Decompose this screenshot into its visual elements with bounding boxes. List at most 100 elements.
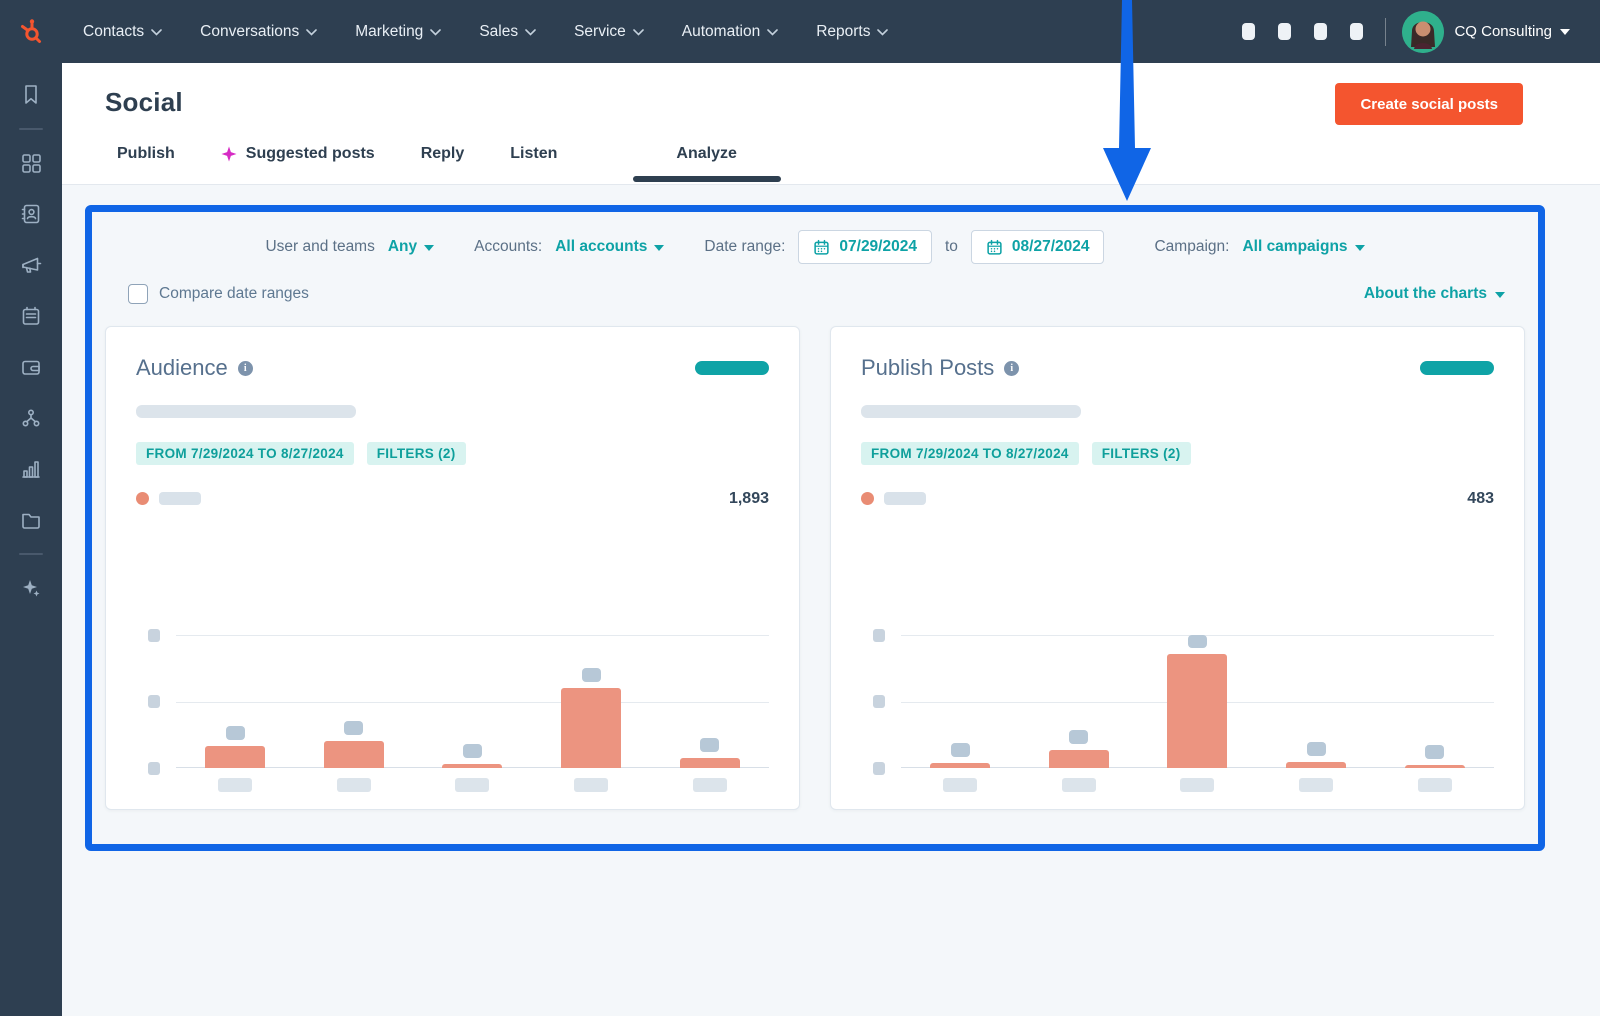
bar-value-skeleton (1307, 742, 1326, 756)
x-label-skeleton (693, 778, 727, 792)
y-tick-skeleton (148, 762, 160, 775)
tab-label: Publish (117, 145, 175, 163)
sidebar-divider (19, 553, 43, 555)
nav-item-reports[interactable]: Reports (801, 13, 903, 51)
nav-label: Contacts (83, 23, 144, 41)
accounts-dropdown[interactable]: All accounts (555, 238, 664, 256)
card-title: Publish Posts (861, 355, 994, 381)
nav-tool-icon-placeholder-1[interactable] (1242, 23, 1255, 40)
y-tick-skeleton (873, 762, 885, 775)
date-start-input[interactable]: 07/29/2024 (798, 230, 932, 264)
nav-tool-icon-placeholder-4[interactable] (1350, 23, 1363, 40)
account-menu[interactable]: CQ Consulting (1454, 23, 1570, 40)
highlighted-analyze-panel: User and teams Any Accounts: All account… (85, 205, 1545, 851)
ai-sparkle-icon[interactable] (11, 568, 51, 608)
x-label-slot (545, 778, 637, 792)
tab-label: Suggested posts (246, 145, 375, 163)
secondary-controls-row: Compare date ranges About the charts (105, 284, 1525, 304)
create-social-posts-button[interactable]: Create social posts (1335, 83, 1523, 125)
nav-item-marketing[interactable]: Marketing (340, 13, 456, 51)
hubspot-logo[interactable] (0, 17, 62, 47)
caret-down-icon (1495, 292, 1505, 298)
contacts-book-icon[interactable] (11, 194, 51, 234)
x-label-skeleton (337, 778, 371, 792)
x-label-skeleton (943, 778, 977, 792)
nav-item-conversations[interactable]: Conversations (185, 13, 332, 51)
campaign-dropdown[interactable]: All campaigns (1242, 238, 1364, 256)
nav-tool-icon-placeholder-3[interactable] (1314, 23, 1327, 40)
compare-date-ranges-control[interactable]: Compare date ranges (128, 284, 309, 304)
card-title: Audience (136, 355, 228, 381)
y-tick-skeleton (148, 695, 160, 708)
tab-suggested-posts[interactable]: Suggested posts (209, 145, 387, 181)
chevron-down-icon (525, 29, 536, 36)
user-teams-dropdown[interactable]: Any (388, 238, 434, 256)
bar (1405, 765, 1465, 768)
tab-label: Reply (421, 145, 465, 163)
tab-listen[interactable]: Listen (498, 145, 569, 181)
tab-bar: Publish Suggested posts Reply Listen Ana… (105, 139, 1523, 181)
date-end-value: 08/27/2024 (1012, 238, 1090, 256)
caret-down-icon (654, 245, 664, 251)
content-notebook-icon[interactable] (11, 296, 51, 336)
grid-workspace-icon[interactable] (11, 143, 51, 183)
nav-label: Automation (682, 23, 760, 41)
top-navigation-bar: Contacts Conversations Marketing Sales S… (0, 0, 1600, 63)
sidebar-divider (19, 128, 43, 130)
metric-total: 483 (1467, 490, 1494, 508)
reporting-bars-icon[interactable] (11, 449, 51, 489)
tab-analyze-active[interactable]: Analyze (635, 145, 777, 181)
legend-color-dot (136, 492, 149, 505)
date-end-input[interactable]: 08/27/2024 (971, 230, 1105, 264)
sparkle-icon (221, 146, 237, 162)
nav-item-contacts[interactable]: Contacts (68, 13, 177, 51)
campaign-label: Campaign: (1154, 238, 1229, 256)
compare-date-ranges-checkbox[interactable] (128, 284, 148, 304)
nav-label: Conversations (200, 23, 299, 41)
chevron-down-icon (430, 29, 441, 36)
nav-item-sales[interactable]: Sales (464, 13, 551, 51)
metric-total: 1,893 (729, 490, 769, 508)
info-icon[interactable]: i (1004, 361, 1019, 376)
bar-group (1151, 635, 1243, 768)
files-folder-icon[interactable] (11, 500, 51, 540)
megaphone-icon[interactable] (11, 245, 51, 285)
tab-label: Listen (510, 145, 557, 163)
legend-label-skeleton (884, 492, 926, 505)
nav-item-service[interactable]: Service (559, 13, 659, 51)
x-label-slot (1033, 778, 1125, 792)
bar (1167, 654, 1227, 768)
calendar-icon (813, 239, 830, 256)
nav-label: Service (574, 23, 626, 41)
tab-publish[interactable]: Publish (105, 145, 187, 181)
user-avatar[interactable] (1402, 11, 1444, 53)
tab-reply[interactable]: Reply (409, 145, 477, 181)
nav-tool-icon-placeholder-2[interactable] (1278, 23, 1291, 40)
active-tab-indicator (633, 176, 781, 182)
page-title: Social (105, 87, 183, 118)
bookmark-icon[interactable] (11, 75, 51, 115)
about-the-charts-dropdown[interactable]: About the charts (1364, 285, 1505, 303)
main-content: Social Create social posts Publish Sugge… (62, 63, 1600, 1016)
accounts-label: Accounts: (474, 238, 542, 256)
publish-posts-card: Publish Posts i FROM 7/29/2024 TO 8/27/2… (830, 326, 1525, 810)
content-area: User and teams Any Accounts: All account… (62, 185, 1600, 851)
info-icon[interactable]: i (238, 361, 253, 376)
bar-group (664, 635, 756, 768)
bar-value-skeleton (1188, 635, 1207, 648)
nav-label: Reports (816, 23, 870, 41)
page-header: Social Create social posts Publish Sugge… (62, 63, 1600, 185)
x-label-slot (1270, 778, 1362, 792)
workflows-org-icon[interactable] (11, 398, 51, 438)
bar (680, 758, 740, 768)
caret-down-icon (1560, 29, 1570, 35)
x-label-slot (189, 778, 281, 792)
bar-value-skeleton (463, 744, 482, 758)
commerce-wallet-icon[interactable] (11, 347, 51, 387)
nav-item-automation[interactable]: Automation (667, 13, 793, 51)
nav-label: Marketing (355, 23, 423, 41)
subtitle-skeleton (136, 405, 356, 418)
bar (1049, 750, 1109, 768)
about-the-charts-label: About the charts (1364, 285, 1487, 303)
bar-value-skeleton (582, 668, 601, 682)
